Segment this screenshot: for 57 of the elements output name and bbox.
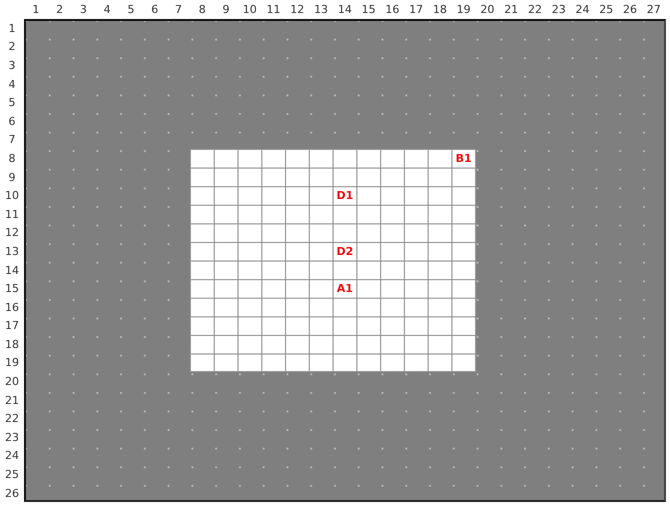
column-number: 9 <box>222 2 230 18</box>
cell-label: D1 <box>335 188 354 204</box>
column-number: 10 <box>242 2 258 18</box>
row-number: 13 <box>4 244 20 260</box>
row-number: 21 <box>4 392 20 409</box>
row-number: 6 <box>8 114 16 130</box>
row-number: 24 <box>4 448 20 464</box>
column-number: 26 <box>622 2 638 18</box>
row-number: 11 <box>4 206 20 223</box>
row-number: 2 <box>8 39 16 56</box>
column-number: 15 <box>360 2 377 18</box>
column-number: 4 <box>102 2 112 18</box>
row-number: 8 <box>8 150 16 167</box>
row-number: 14 <box>4 262 20 279</box>
column-number: 20 <box>479 2 496 18</box>
row-number: 20 <box>4 374 20 390</box>
row-number: 26 <box>4 486 20 502</box>
column-number: 16 <box>384 2 400 18</box>
row-number: 3 <box>8 58 16 74</box>
row-number: 4 <box>8 76 16 93</box>
column-number: 18 <box>432 2 448 18</box>
column-number: 21 <box>503 2 520 18</box>
row-number: 19 <box>4 355 20 372</box>
cell-label: B1 <box>454 150 473 167</box>
column-number: 5 <box>126 2 136 18</box>
cell-label: D2 <box>335 244 354 260</box>
column-number: 3 <box>78 2 88 18</box>
column-number: 19 <box>456 2 472 18</box>
row-number: 16 <box>4 300 20 316</box>
row-number: 5 <box>8 95 16 112</box>
row-number: 9 <box>8 170 16 186</box>
column-number: 6 <box>150 2 160 18</box>
row-number: 22 <box>4 411 20 428</box>
row-number: 17 <box>4 318 20 334</box>
column-number: 8 <box>198 2 207 18</box>
column-number: 2 <box>55 2 64 18</box>
row-number: 7 <box>8 132 16 148</box>
column-number: 1 <box>31 2 40 18</box>
column-number: 12 <box>289 2 306 18</box>
column-number: 14 <box>336 2 353 18</box>
row-number: 12 <box>4 225 20 242</box>
column-number: 13 <box>313 2 330 18</box>
column-number: 11 <box>266 2 282 18</box>
column-number: 22 <box>526 2 543 18</box>
row-number: 1 <box>8 20 16 37</box>
row-number: 15 <box>4 281 20 298</box>
row-number: 23 <box>4 430 20 446</box>
column-number: 7 <box>174 2 183 18</box>
column-number: 17 <box>408 2 424 18</box>
column-number: 23 <box>550 2 567 18</box>
column-number: 25 <box>598 2 614 18</box>
row-number: 18 <box>4 336 20 353</box>
row-number: 25 <box>4 467 20 484</box>
column-number: 27 <box>646 2 662 18</box>
cell-label: A1 <box>336 281 354 298</box>
column-number: 24 <box>574 2 590 18</box>
row-number: 10 <box>4 188 20 204</box>
